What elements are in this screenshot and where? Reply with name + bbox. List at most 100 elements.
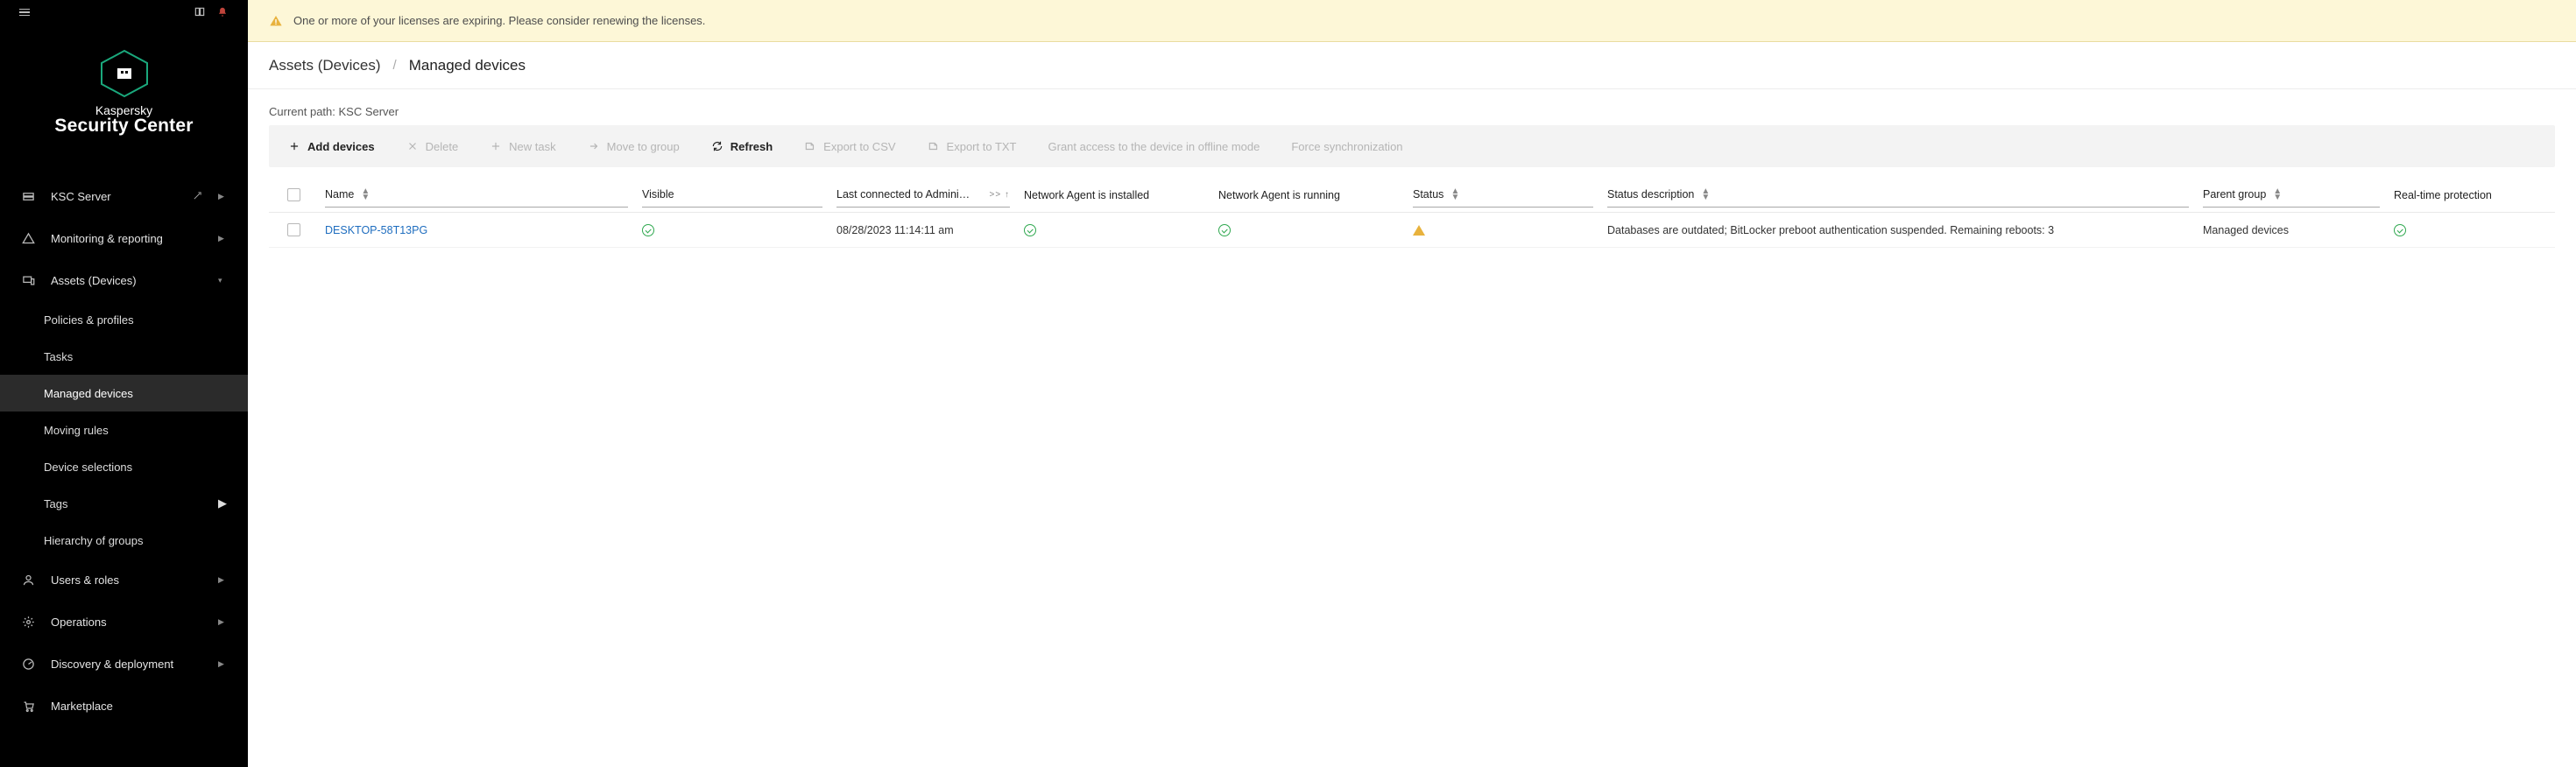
status-description-value: Databases are outdated; BitLocker preboo… xyxy=(1607,224,2054,236)
sidebar-item-label: Device selections xyxy=(44,461,132,474)
sidebar-item-label: Monitoring & reporting xyxy=(51,232,202,245)
export-txt-button: Export to TXT xyxy=(928,140,1017,153)
col-status[interactable]: Status ▲▼ xyxy=(1406,183,1600,208)
cart-icon xyxy=(21,699,35,713)
check-ok-icon xyxy=(2394,224,2406,236)
arrow-right-icon xyxy=(588,140,600,152)
button-label: Export to CSV xyxy=(823,140,895,153)
sidebar-item-monitoring[interactable]: Monitoring & reporting ▶ xyxy=(0,217,248,259)
menu-toggle[interactable] xyxy=(19,9,30,17)
column-label: Network Agent is running xyxy=(1218,189,1340,201)
checkbox-icon xyxy=(287,188,300,201)
sidebar-item-label: Tags xyxy=(44,497,218,510)
breadcrumb-current: Managed devices xyxy=(409,57,526,74)
move-to-group-button: Move to group xyxy=(588,140,680,153)
sidebar-item-label: Managed devices xyxy=(44,387,133,400)
export-csv-button: Export to CSV xyxy=(804,140,895,153)
col-na-installed[interactable]: Network Agent is installed xyxy=(1017,183,1211,208)
license-warning-banner: One or more of your licenses are expirin… xyxy=(248,0,2576,42)
last-connected-value: 08/28/2023 11:14:11 am xyxy=(836,224,954,236)
device-link[interactable]: DESKTOP-58T13PG xyxy=(325,224,427,236)
plus-icon xyxy=(288,140,300,152)
breadcrumb-root[interactable]: Assets (Devices) xyxy=(269,57,381,74)
row-select[interactable] xyxy=(269,223,318,236)
sidebar-sub-device-selections[interactable]: Device selections xyxy=(0,448,248,485)
col-last-connected[interactable]: Last connected to Admini… >> ↑ xyxy=(829,183,1017,208)
new-task-button: New task xyxy=(490,140,555,153)
col-parent-group[interactable]: Parent group ▲▼ xyxy=(2196,183,2387,208)
warning-icon xyxy=(21,231,35,245)
devices-table: Name▲▼ Visible Last connected to Admini…… xyxy=(269,178,2555,746)
col-na-running[interactable]: Network Agent is running xyxy=(1211,183,1406,208)
button-label: Grant access to the device in offline mo… xyxy=(1048,140,1260,153)
sort-indicator: >> ↑ xyxy=(990,190,1010,200)
sidebar-item-discovery[interactable]: Discovery & deployment ▶ xyxy=(0,643,248,685)
column-label: Last connected to Admini… xyxy=(836,188,970,201)
sidebar-item-label: Hierarchy of groups xyxy=(44,534,143,547)
sidebar-item-operations[interactable]: Operations ▶ xyxy=(0,601,248,643)
check-ok-icon xyxy=(642,224,654,236)
sidebar-item-label: Marketplace xyxy=(51,700,227,713)
devices-icon xyxy=(21,273,35,287)
check-ok-icon xyxy=(1024,224,1036,236)
button-label: Refresh xyxy=(730,140,773,153)
export-icon xyxy=(928,140,940,152)
sidebar-item-ksc-server[interactable]: KSC Server ▶ xyxy=(0,175,248,217)
sort-icon: ▲▼ xyxy=(361,188,370,201)
banner-text: One or more of your licenses are expirin… xyxy=(293,14,705,27)
chevron-right-icon: ▶ xyxy=(218,575,227,585)
sort-icon: ▲▼ xyxy=(2273,188,2282,201)
column-label: Status xyxy=(1413,188,1443,201)
col-visible[interactable]: Visible xyxy=(635,183,829,208)
export-icon xyxy=(804,140,816,152)
book-icon[interactable] xyxy=(194,6,206,18)
check-ok-icon xyxy=(1218,224,1231,236)
table-row[interactable]: DESKTOP-58T13PG 08/28/2023 11:14:11 am D… xyxy=(269,213,2555,248)
sidebar-sub-tasks[interactable]: Tasks xyxy=(0,338,248,375)
sidebar-sub-managed-devices[interactable]: Managed devices xyxy=(0,375,248,412)
user-icon xyxy=(21,573,35,587)
toolbar: Add devices Delete New task Move to grou… xyxy=(269,125,2555,167)
col-status-desc[interactable]: Status description▲▼ xyxy=(1600,183,2196,208)
breadcrumb: Assets (Devices) / Managed devices xyxy=(248,42,2576,89)
chevron-right-icon: ▶ xyxy=(218,659,227,669)
button-label: New task xyxy=(509,140,555,153)
sidebar-item-label: Policies & profiles xyxy=(44,313,134,327)
sidebar-item-label: Assets (Devices) xyxy=(51,274,202,287)
chevron-right-icon: ▶ xyxy=(218,617,227,627)
brand-logo-icon xyxy=(98,49,151,98)
parent-group-value: Managed devices xyxy=(2203,224,2289,236)
sidebar-item-label: KSC Server xyxy=(51,190,177,203)
sidebar-item-assets[interactable]: Assets (Devices) ▾ xyxy=(0,259,248,301)
button-label: Move to group xyxy=(607,140,680,153)
sidebar-item-label: Discovery & deployment xyxy=(51,658,202,671)
sidebar-sub-moving-rules[interactable]: Moving rules xyxy=(0,412,248,448)
x-icon xyxy=(406,140,419,152)
sidebar-item-users[interactable]: Users & roles ▶ xyxy=(0,559,248,601)
sidebar-sub-policies[interactable]: Policies & profiles xyxy=(0,301,248,338)
col-name[interactable]: Name▲▼ xyxy=(318,183,635,208)
sidebar-item-label: Users & roles xyxy=(51,573,202,587)
column-label: Network Agent is installed xyxy=(1024,189,1149,201)
refresh-button[interactable]: Refresh xyxy=(711,140,773,153)
column-label: Parent group xyxy=(2203,188,2266,201)
sort-icon: ▲▼ xyxy=(1701,188,1710,201)
current-path: Current path: KSC Server xyxy=(269,105,2555,118)
add-devices-button[interactable]: Add devices xyxy=(288,140,375,153)
checkbox-icon xyxy=(287,223,300,236)
radar-icon xyxy=(21,657,35,671)
server-icon xyxy=(21,189,35,203)
brand-line2: Security Center xyxy=(54,116,193,137)
brand-block: Kaspersky Security Center xyxy=(0,25,248,175)
settings-icon-small[interactable] xyxy=(193,190,202,203)
col-rtp[interactable]: Real-time protection xyxy=(2387,183,2555,208)
refresh-icon xyxy=(711,140,723,152)
select-all-cell[interactable] xyxy=(269,188,318,201)
sidebar-item-marketplace[interactable]: Marketplace xyxy=(0,685,248,727)
bell-icon[interactable] xyxy=(216,6,229,18)
sort-icon: ▲▼ xyxy=(1450,188,1459,201)
sidebar-sub-tags[interactable]: Tags▶ xyxy=(0,485,248,522)
main-area: One or more of your licenses are expirin… xyxy=(248,0,2576,767)
sidebar-sub-hierarchy[interactable]: Hierarchy of groups xyxy=(0,522,248,559)
warning-icon xyxy=(269,14,283,28)
